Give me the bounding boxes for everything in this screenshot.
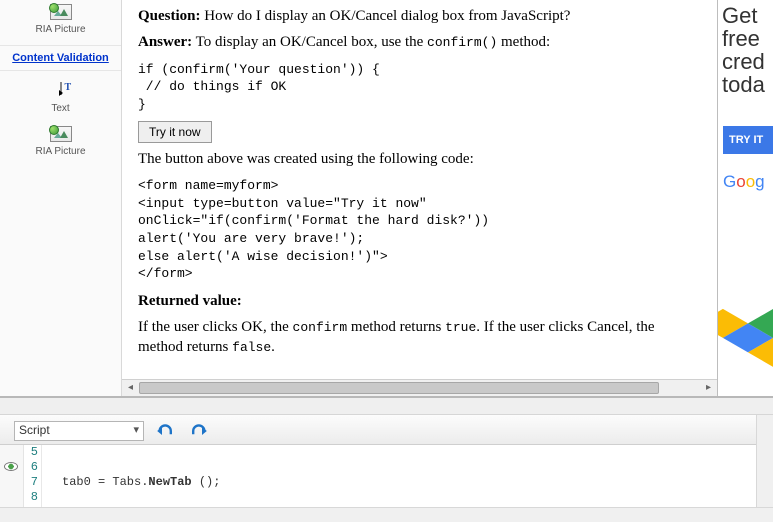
isometric-cubes-icon [717, 294, 773, 387]
try-button-row: Try it now [138, 121, 698, 143]
content-validation-link[interactable]: Content Validation [0, 45, 121, 71]
returned-value-heading: Returned value: [138, 291, 698, 311]
google-logo: Goog [723, 172, 773, 192]
scroll-thumb[interactable] [139, 382, 659, 394]
code-block-1: if (confirm('Your question')) { // do th… [138, 61, 698, 114]
answer-text-1: To display an OK/Cancel box, use the [192, 34, 427, 50]
code-editor[interactable]: 5 6 7 8 tab0 = Tabs.NewTab (); tab0.GoTo… [0, 445, 773, 507]
ad-sidebar: Get free cred toda TRY IT Goog [717, 0, 773, 396]
sidebar-label: RIA Picture [35, 146, 85, 157]
breakpoint-gutter[interactable] [0, 445, 24, 507]
scroll-right-icon[interactable]: ▸ [700, 380, 717, 396]
script-language-combo[interactable]: Script [14, 421, 144, 441]
picture-icon [47, 4, 75, 22]
main-content: Question: How do I display an OK/Cancel … [122, 0, 717, 396]
try-it-now-button[interactable]: Try it now [138, 121, 212, 143]
script-panel: Script 5 6 7 8 tab0 = Tabs.NewTab (); ta… [0, 396, 773, 520]
question-line: Question: How do I display an OK/Cancel … [138, 6, 698, 26]
text-icon [47, 83, 75, 101]
undo-icon [156, 423, 176, 439]
code-lines[interactable]: tab0 = Tabs.NewTab (); tab0.GoTo ("http:… [46, 445, 773, 507]
undo-button[interactable] [156, 421, 176, 441]
question-label: Question: [138, 8, 201, 24]
sidebar-label: Text [51, 103, 69, 114]
sidebar-item-ria-picture-top[interactable]: RIA Picture [0, 0, 121, 43]
picture-icon [47, 126, 75, 144]
ad-try-it-button[interactable]: TRY IT [723, 126, 773, 154]
line-number-gutter: 5 6 7 8 [24, 445, 42, 507]
scroll-left-icon[interactable]: ◂ [122, 380, 139, 396]
code-block-2: <form name=myform> <input type=button va… [138, 177, 698, 282]
answer-inline-code: confirm() [427, 35, 497, 50]
code-line-5[interactable]: tab0 = Tabs.NewTab (); [46, 475, 773, 490]
after-button-text: The button above was created using the f… [138, 149, 698, 169]
script-toolbar: Script [0, 415, 773, 445]
editor-vertical-scrollbar[interactable] [756, 415, 773, 507]
answer-text-2: method: [497, 34, 550, 50]
returned-value-text: If the user clicks OK, the confirm metho… [138, 317, 698, 358]
question-text: How do I display an OK/Cancel dialog box… [201, 8, 571, 24]
sidebar-item-ria-picture-bottom[interactable]: RIA Picture [0, 122, 121, 165]
main-horizontal-scrollbar[interactable]: ◂ ▸ [122, 379, 717, 396]
faq-document: Question: How do I display an OK/Cancel … [138, 0, 698, 363]
left-sidebar: RIA Picture Content Validation Text RIA … [0, 0, 122, 396]
redo-icon [188, 423, 208, 439]
answer-label: Answer: [138, 34, 192, 50]
eye-icon [4, 462, 18, 471]
sidebar-label: RIA Picture [35, 24, 85, 35]
panel-header-strip [0, 398, 773, 415]
redo-button[interactable] [188, 421, 208, 441]
answer-line: Answer: To display an OK/Cancel box, use… [138, 32, 698, 52]
ad-headline: Get free cred toda [718, 0, 773, 96]
sidebar-item-text[interactable]: Text [0, 79, 121, 122]
